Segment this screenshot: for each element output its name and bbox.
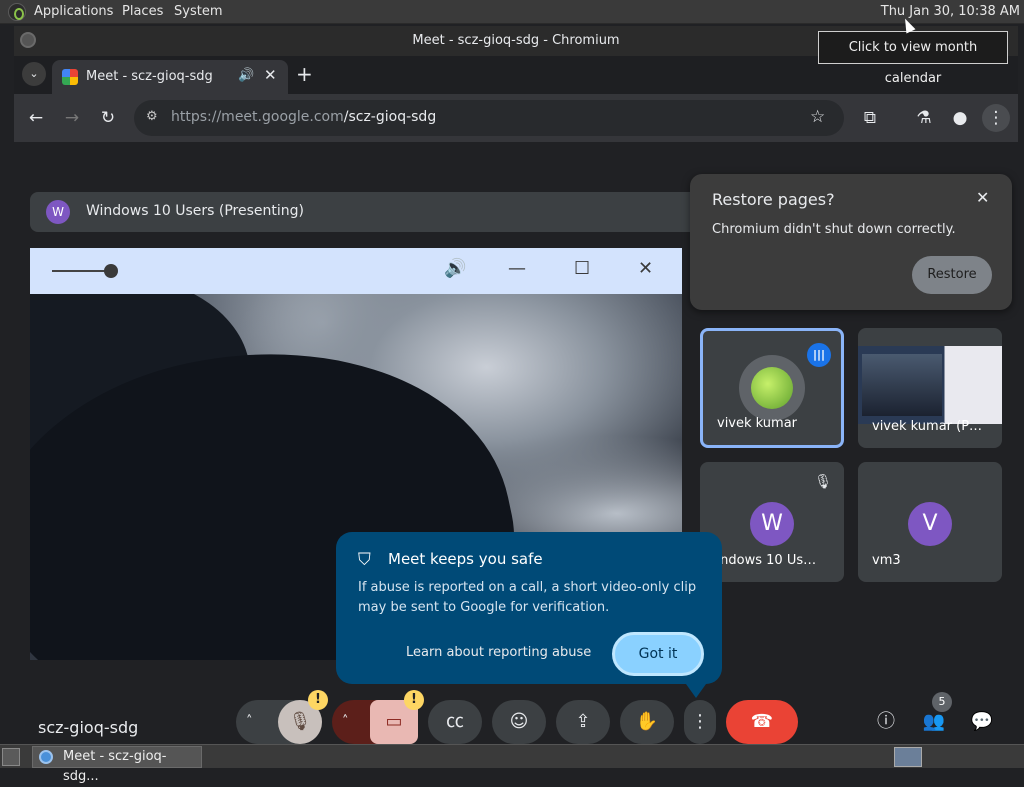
url-text[interactable]: https://meet.google.com/scz-gioq-sdg [171,109,436,125]
site-info-icon[interactable]: ⚙ [146,109,158,124]
bookmark-star-icon[interactable]: ☆ [810,107,825,127]
participant-name: vivek kumar (P… [872,419,983,434]
presenter-avatar: W [46,200,70,224]
new-tab-button[interactable]: + [296,62,313,86]
system-top-panel: Applications Places System Thu Jan 30, 1… [0,0,1024,24]
tab-meet[interactable]: Meet - scz-gioq-sdg 🔊 ✕ [52,60,288,94]
avatar: W [750,502,794,546]
browser-toolbar: ← → ↻ ⚙ https://meet.google.com/scz-gioq… [14,94,1018,142]
camera-warning-badge: ! [404,690,424,710]
end-call-button[interactable]: ☎ [726,700,798,744]
forward-icon[interactable]: → [58,104,86,132]
meeting-info-icon[interactable]: ⓘ [870,706,902,738]
pip-maximize-icon[interactable]: ☐ [574,258,590,279]
url-path: /scz-gioq-sdg [343,109,437,125]
pip-volume-knob[interactable] [104,264,118,278]
video-options-chevron-icon[interactable]: ˄ [342,700,349,744]
restore-pages-popup: Restore pages? Chromium didn't shut down… [690,174,1012,310]
raise-hand-icon[interactable]: ✋ [620,700,674,744]
taskbar-window-title: Meet - scz-gioq-sdg... [63,749,167,784]
meeting-code: scz-gioq-sdg [38,718,139,737]
safety-info-card: ⛉ Meet keeps you safe If abuse is report… [336,532,722,698]
meet-page: W Windows 10 Users (Presenting) 🔊 — ☐ ✕ … [14,142,1018,744]
browser-menu-icon[interactable]: ⋮ [982,104,1010,132]
tab-title: Meet - scz-gioq-sdg [86,69,213,84]
safety-body: If abuse is reported on a call, a short … [358,580,697,615]
chrome-favicon-icon [62,69,78,85]
tab-audio-icon[interactable]: 🔊 [238,68,254,83]
captions-icon[interactable]: ㏄ [428,700,482,744]
participant-tile[interactable]: ||| vivek kumar [700,328,844,448]
participant-name: vm3 [872,553,901,568]
audio-options-chevron-icon[interactable]: ˄ [246,700,253,744]
presenting-label: Windows 10 Users (Presenting) [86,203,304,219]
shield-icon: ⛉ [358,550,371,570]
show-desktop-icon[interactable] [2,748,20,766]
extensions-icon[interactable]: ⧉ [856,104,884,132]
reload-icon[interactable]: ↻ [94,104,122,132]
url-domain: https://meet.google.com [171,109,344,125]
restore-button[interactable]: Restore [912,256,992,294]
mic-muted-icon: 🎙 [814,474,832,490]
pip-volume-icon[interactable]: 🔊 [444,258,466,279]
learn-abuse-link[interactable]: Learn about reporting abuse [406,645,591,660]
close-icon[interactable]: ✕ [976,188,989,207]
got-it-button[interactable]: Got it [612,632,704,676]
speaking-indicator-icon: ||| [807,343,831,367]
menu-places[interactable]: Places [122,4,163,19]
labs-flask-icon[interactable]: ⚗ [910,104,938,132]
audio-controls: ˄ 🎙 ! [236,690,328,744]
restore-title: Restore pages? [712,190,835,209]
video-controls: ˄ ▭ ! [332,690,424,744]
avatar [739,355,805,421]
chromium-icon [39,750,53,764]
chat-icon[interactable]: 💬 [966,706,998,738]
window-title: Meet - scz-gioq-sdg - Chromium [412,33,620,48]
present-screen-icon[interactable]: ⇪ [556,700,610,744]
screen-share-thumbnail [858,346,1002,424]
tab-close-icon[interactable]: ✕ [264,66,277,84]
window-menu-button[interactable] [20,32,36,48]
safety-title: Meet keeps you safe [388,550,543,568]
people-count-badge: 5 [932,692,952,712]
participant-name: vivek kumar [717,416,797,431]
more-options-icon[interactable]: ⋮ [684,700,716,744]
clock-tooltip: Click to view month calendar [818,31,1008,86]
participant-tile[interactable]: V vm3 [858,462,1002,582]
emoji-reactions-icon[interactable]: ☺ [492,700,546,744]
address-bar[interactable]: ⚙ https://meet.google.com/scz-gioq-sdg ☆ [134,100,844,136]
avatar: V [908,502,952,546]
workspace-switcher-icon[interactable] [894,747,922,767]
system-taskbar: Meet - scz-gioq-sdg... [0,744,1024,784]
profile-icon[interactable]: ● [946,104,974,132]
pip-minimize-icon[interactable]: — [508,258,526,279]
mic-warning-badge: ! [308,690,328,710]
restore-message: Chromium didn't shut down correctly. [712,222,956,237]
participant-tile[interactable]: vivek kumar (P… [858,328,1002,448]
pip-volume-slider[interactable] [52,270,112,272]
clock[interactable]: Thu Jan 30, 10:38 AM [881,4,1020,19]
taskbar-window-item[interactable]: Meet - scz-gioq-sdg... [32,746,202,784]
distro-logo-icon[interactable] [8,3,26,21]
menu-system[interactable]: System [174,4,222,19]
browser-window: Meet - scz-gioq-sdg - Chromium ⌄ Meet - … [14,26,1018,744]
menu-applications[interactable]: Applications [34,4,113,19]
back-icon[interactable]: ← [22,104,50,132]
tab-search-button[interactable]: ⌄ [22,62,46,86]
pip-close-icon[interactable]: ✕ [638,258,653,279]
presenting-banner[interactable]: W Windows 10 Users (Presenting) [30,192,690,232]
pip-control-bar: 🔊 — ☐ ✕ [30,248,682,294]
